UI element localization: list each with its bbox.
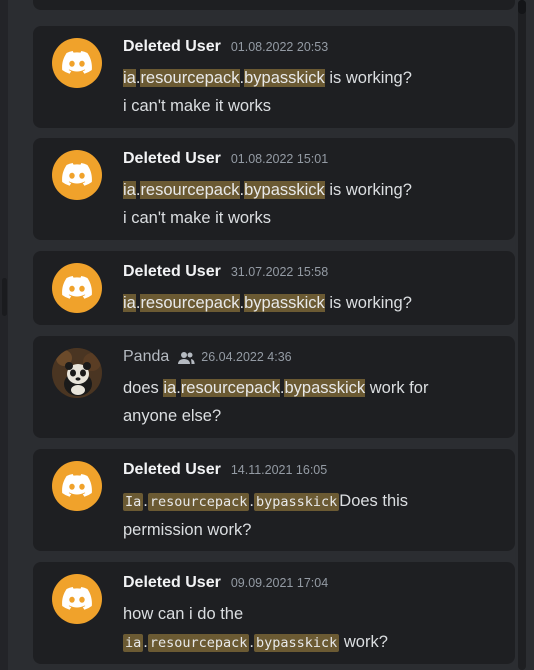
inline-code-highlight: ia	[123, 634, 144, 652]
message-content: ia.resourcepack.bypasskick is working?	[123, 289, 503, 317]
search-highlight: ia	[163, 379, 177, 397]
message-header: Deleted User 09.09.2021 17:04	[123, 574, 328, 594]
message-line: does ia.resourcepack.bypasskick work for	[123, 379, 429, 397]
author-name[interactable]: Deleted User	[123, 38, 221, 56]
search-highlight: bypasskick	[244, 181, 325, 199]
search-result-card[interactable]: Deleted User 09.09.2021 17:04 how can i …	[33, 562, 515, 664]
inline-code-highlight: resourcepack	[147, 493, 250, 511]
inline-code-highlight: resourcepack	[147, 634, 250, 652]
message-text: is working?	[324, 294, 412, 312]
message-header: Deleted User 01.08.2022 20:53	[123, 38, 328, 58]
message-text: does	[123, 379, 164, 397]
scrollbar-track[interactable]	[518, 0, 526, 670]
discord-logo-icon	[62, 51, 92, 74]
timestamp: 01.08.2022 20:53	[230, 40, 329, 54]
search-highlight: resourcepack	[140, 69, 240, 87]
search-highlight: ia	[123, 294, 136, 312]
inline-code-highlight: bypasskick	[254, 634, 340, 652]
avatar[interactable]	[52, 348, 102, 398]
message-line: ia.resourcepack.bypasskick is working?	[123, 181, 412, 199]
discord-logo-icon	[62, 474, 92, 497]
avatar[interactable]	[52, 150, 102, 200]
search-highlight: resourcepack	[140, 181, 240, 199]
message-line: ia.resourcepack.bypasskick is working?	[123, 69, 412, 87]
author-name[interactable]: Deleted User	[123, 150, 221, 168]
message-line: anyone else?	[123, 407, 222, 425]
message-line: how can i do the	[123, 605, 244, 623]
author-name[interactable]: Deleted User	[123, 263, 221, 281]
scrollbar-thumb[interactable]	[518, 0, 526, 14]
search-result-card[interactable]: Deleted User 31.07.2022 15:58 ia.resourc…	[33, 251, 515, 325]
search-highlight: bypasskick	[244, 69, 325, 87]
author-name[interactable]: Panda	[123, 348, 169, 366]
avatar[interactable]	[52, 461, 102, 511]
search-result-card-partial[interactable]	[33, 0, 515, 10]
resize-handle[interactable]	[2, 278, 7, 316]
search-highlight: ia	[123, 69, 136, 87]
search-result-card[interactable]: Deleted User 01.08.2022 20:53 ia.resourc…	[33, 26, 515, 128]
message-content: does ia.resourcepack.bypasskick work for…	[123, 374, 503, 430]
members-icon	[178, 352, 195, 364]
search-result-card[interactable]: Panda 26.04.2022 4:36 does ia.resourcepa…	[33, 336, 515, 438]
message-line: i can't make it works	[123, 97, 272, 115]
discord-logo-icon	[62, 163, 92, 186]
avatar[interactable]	[52, 263, 102, 313]
search-highlight: bypasskick	[244, 294, 325, 312]
avatar[interactable]	[52, 38, 102, 88]
timestamp: 01.08.2022 15:01	[230, 152, 329, 166]
discord-logo-icon	[62, 276, 92, 299]
search-highlight: ia	[123, 181, 136, 199]
message-header: Deleted User 31.07.2022 15:58	[123, 263, 328, 283]
message-text: work for	[365, 379, 429, 397]
message-content: ia.resourcepack.bypasskick is working? i…	[123, 176, 503, 232]
avatar[interactable]	[52, 574, 102, 624]
search-highlight: bypasskick	[284, 379, 366, 397]
message-line: ia.resourcepack.bypasskick is working?	[123, 294, 412, 312]
search-result-card[interactable]: Deleted User 14.11.2021 16:05 Ia. resourc…	[33, 449, 515, 551]
panda-avatar-icon	[52, 348, 102, 398]
left-gutter	[0, 0, 8, 670]
timestamp: 14.11.2021 16:05	[230, 463, 328, 477]
inline-code-highlight: Ia	[123, 493, 144, 511]
timestamp: 09.09.2021 17:04	[230, 576, 329, 590]
timestamp: 26.04.2022 4:36	[201, 350, 292, 364]
author-name[interactable]: Deleted User	[123, 574, 221, 592]
message-text: is working?	[324, 181, 412, 199]
message-header: Deleted User 14.11.2021 16:05	[123, 461, 327, 481]
message-content: Ia. resourcepack. bypasskick Does this perm…	[123, 487, 503, 544]
message-content: how can i do the ia. resourcepack. bypassk…	[123, 600, 503, 657]
search-highlight: resourcepack	[180, 379, 280, 397]
inline-code-highlight: bypasskick	[254, 493, 340, 511]
message-text: Does this	[339, 492, 409, 510]
message-text: work?	[339, 633, 388, 651]
author-name[interactable]: Deleted User	[123, 461, 221, 479]
message-line: i can't make it works	[123, 209, 272, 227]
message-line: permission work?	[123, 521, 252, 539]
search-highlight: resourcepack	[140, 294, 240, 312]
message-text: is working?	[324, 69, 412, 87]
message-header: Deleted User 01.08.2022 15:01	[123, 150, 328, 170]
message-header: Panda 26.04.2022 4:36	[123, 348, 292, 368]
message-line: Ia. resourcepack. bypasskick Does this	[123, 492, 409, 511]
timestamp: 31.07.2022 15:58	[230, 265, 329, 279]
message-line: ia. resourcepack. bypasskick work?	[123, 633, 388, 652]
message-content: ia.resourcepack.bypasskick is working? i…	[123, 64, 503, 120]
discord-logo-icon	[62, 587, 92, 610]
search-result-card[interactable]: Deleted User 01.08.2022 15:01 ia.resourc…	[33, 138, 515, 240]
